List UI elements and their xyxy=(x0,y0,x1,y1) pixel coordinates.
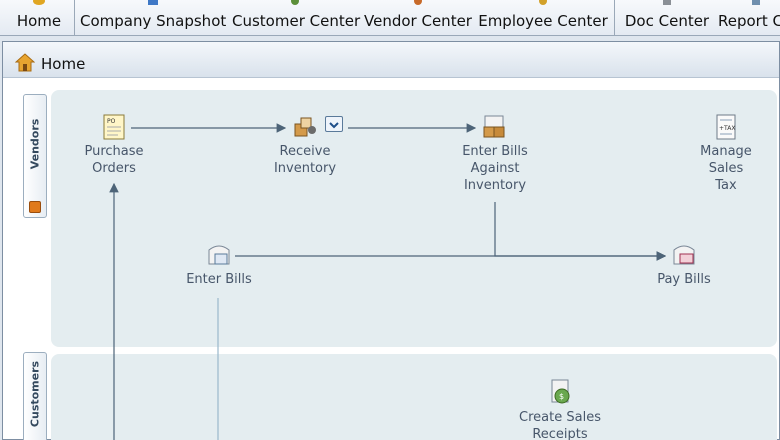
snapshot-icon xyxy=(148,0,158,5)
manage-sales-tax-label-2: Sales xyxy=(708,161,744,176)
toolbar-customer-center-label: Customer Center xyxy=(232,12,361,30)
pay-bills-label: Pay Bills xyxy=(657,272,711,287)
svg-text:+TAX: +TAX xyxy=(719,125,735,132)
receive-inventory-icon xyxy=(294,117,316,137)
home-icon xyxy=(33,0,45,5)
toolbar-vendor-center-button[interactable]: Vendor Center xyxy=(364,0,472,35)
purchase-orders-label-2: Orders xyxy=(92,161,136,176)
enter-bills-label: Enter Bills xyxy=(186,272,252,287)
chevron-down-icon xyxy=(329,122,339,129)
purchase-orders-node[interactable]: PO Purchase Orders xyxy=(81,114,147,177)
receive-inventory-label-1: Receive xyxy=(279,144,331,159)
manage-sales-tax-label-3: Tax xyxy=(715,178,737,193)
purchase-orders-label-1: Purchase xyxy=(84,144,144,159)
toolbar-home-label: Home xyxy=(16,12,62,30)
customer-center-icon xyxy=(291,0,299,5)
enter-bills-icon xyxy=(208,245,230,265)
sales-tax-icon: +TAX xyxy=(716,114,736,140)
toolbar-doc-center-button[interactable]: Doc Center xyxy=(622,0,712,35)
toolbar-company-snapshot-label: Company Snapshot xyxy=(80,12,227,30)
employee-center-icon xyxy=(539,0,547,5)
enter-bills-inventory-label-1: Enter Bills xyxy=(462,144,528,159)
toolbar-report-center-label: Report C xyxy=(718,12,780,30)
pay-bills-icon xyxy=(673,245,695,265)
enter-bills-node[interactable]: Enter Bills xyxy=(183,242,255,288)
doc-center-icon xyxy=(663,0,671,5)
toolbar-employee-center-label: Employee Center xyxy=(478,12,608,30)
icon-bar: Home Company Snapshot Customer Center Ve… xyxy=(0,0,780,36)
flow-bills-inventory-to-pay xyxy=(494,202,667,261)
toolbar-vendor-center-label: Vendor Center xyxy=(364,12,472,30)
toolbar-separator xyxy=(614,0,615,35)
toolbar-customer-center-button[interactable]: Customer Center xyxy=(232,0,361,35)
toolbar-report-center-button[interactable]: Report C xyxy=(716,0,780,35)
toolbar-employee-center-button[interactable]: Employee Center xyxy=(478,0,608,35)
manage-sales-tax-node[interactable]: +TAX Manage Sales Tax xyxy=(693,114,759,194)
create-sales-receipts-node[interactable]: $ Create Sales Receipts xyxy=(515,378,605,440)
enter-bills-inventory-icon xyxy=(483,115,505,138)
pay-bills-node[interactable]: Pay Bills xyxy=(651,242,717,288)
toolbar-home-button[interactable]: Home xyxy=(8,0,70,35)
toolbar-company-snapshot-button[interactable]: Company Snapshot xyxy=(80,0,227,35)
svg-text:PO: PO xyxy=(107,118,116,125)
receive-inventory-label-2: Inventory xyxy=(273,161,337,176)
enter-bills-inventory-label-3: Inventory xyxy=(463,178,527,193)
receive-inventory-dropdown[interactable] xyxy=(325,116,343,132)
report-center-icon xyxy=(752,0,760,5)
enter-bills-against-inventory-node[interactable]: Enter Bills Against Inventory xyxy=(457,114,533,194)
sales-receipt-icon: $ xyxy=(551,379,570,404)
enter-bills-inventory-label-2: Against xyxy=(470,161,520,176)
purchase-order-icon: PO xyxy=(103,114,125,140)
workflow-lines xyxy=(109,123,667,440)
svg-text:$: $ xyxy=(559,392,564,401)
manage-sales-tax-label-1: Manage xyxy=(700,144,752,159)
toolbar-doc-center-label: Doc Center xyxy=(624,12,710,30)
home-window: Home Vendors Customers PO Purchase Order… xyxy=(2,41,780,440)
create-sales-receipts-label-2: Receipts xyxy=(532,427,588,440)
toolbar-separator xyxy=(74,0,75,35)
vendor-center-icon xyxy=(414,0,422,5)
create-sales-receipts-label-1: Create Sales xyxy=(519,410,601,425)
